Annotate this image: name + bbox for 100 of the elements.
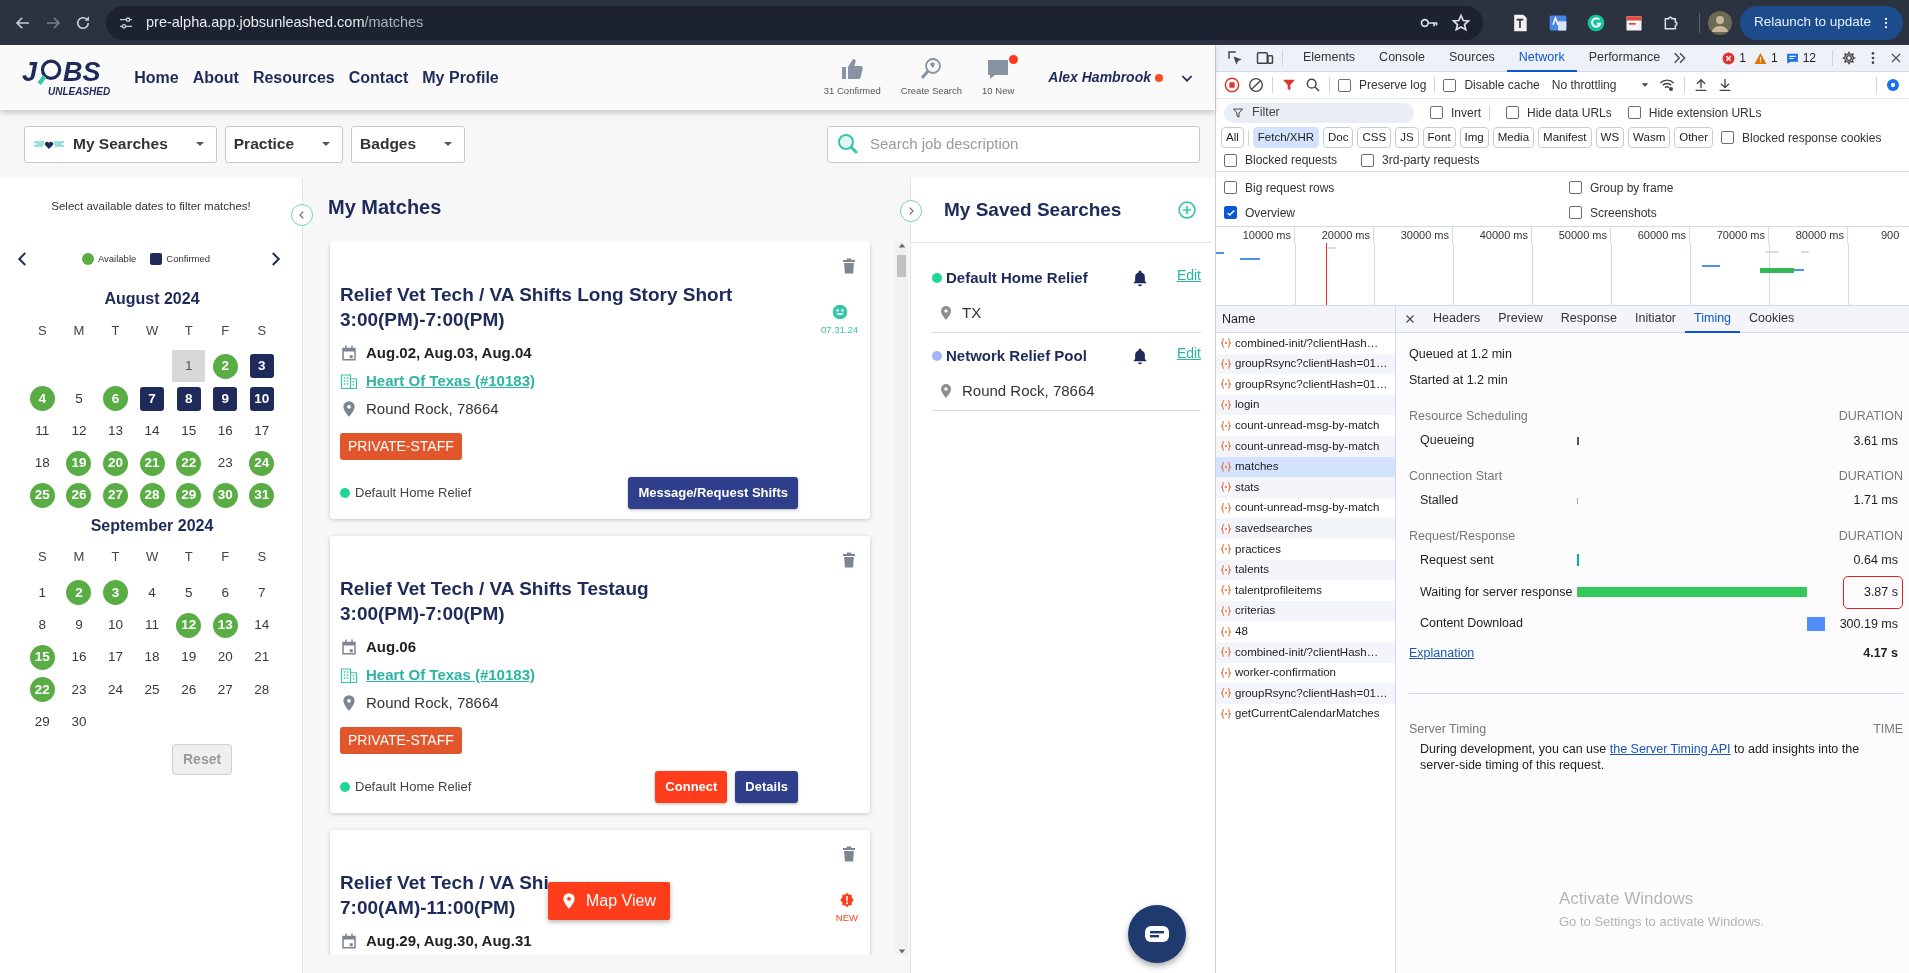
request-row[interactable]: stats <box>1216 477 1395 498</box>
panel-tab[interactable]: Sources <box>1437 44 1507 72</box>
filter-field[interactable]: Filter <box>1250 102 1390 123</box>
calendar-day[interactable]: 15 <box>181 420 197 442</box>
calendar-day[interactable]: 16 <box>217 420 233 442</box>
device-icon[interactable] <box>1256 49 1274 67</box>
calendar-day[interactable]: 14 <box>254 615 270 636</box>
calendar-day[interactable]: 10 <box>107 615 123 636</box>
calendar-day[interactable]: 24 <box>107 679 123 700</box>
star-icon[interactable] <box>1450 12 1471 33</box>
search-field[interactable]: Search job description <box>868 131 1191 157</box>
calendar-day[interactable]: 30 <box>71 711 87 733</box>
trash-icon[interactable] <box>840 550 858 570</box>
request-row[interactable]: matches <box>1216 456 1395 478</box>
calendar-day[interactable]: 5 <box>75 388 83 409</box>
site-settings-icon[interactable] <box>118 14 134 31</box>
panel-tab[interactable]: Performance <box>1576 44 1673 72</box>
checkbox[interactable] <box>1338 78 1351 92</box>
request-row[interactable]: combined-init/?clientHash… <box>1216 641 1395 663</box>
explanation-link[interactable]: Explanation <box>1409 644 1475 663</box>
settings-icon[interactable] <box>1885 77 1901 93</box>
type-filter[interactable]: Doc <box>1323 126 1354 149</box>
scroll-up-icon[interactable] <box>897 242 906 250</box>
close-icon[interactable] <box>1404 313 1416 325</box>
issue-counter[interactable]: 1 <box>1753 49 1778 67</box>
chat-button[interactable] <box>1128 905 1186 963</box>
request-row[interactable]: count-unread-msg-by-match <box>1216 415 1395 436</box>
request-row[interactable]: getCurrentCalendarMatches <box>1216 703 1395 725</box>
action-button[interactable]: Details <box>735 771 798 803</box>
filter-icon[interactable] <box>1281 77 1297 93</box>
checkbox[interactable] <box>1569 181 1582 194</box>
checkbox[interactable] <box>1224 153 1237 167</box>
calendar-day[interactable]: 19 <box>181 647 197 668</box>
detail-tab[interactable]: Preview <box>1489 305 1552 333</box>
calendar-day[interactable]: 6 <box>221 582 229 603</box>
request-row[interactable]: talentprofileitems <box>1216 580 1395 601</box>
request-row[interactable]: worker-confirmation <box>1216 662 1395 684</box>
user-name[interactable]: Alex Hambrook <box>1048 67 1151 88</box>
calendar-day[interactable]: 17 <box>254 420 270 442</box>
trash-icon[interactable] <box>840 844 858 864</box>
calendar-day[interactable]: 1 <box>172 350 206 383</box>
calendar-day[interactable]: 20 <box>217 647 233 668</box>
calendar-day[interactable]: 28 <box>254 679 270 700</box>
nav-link[interactable]: About <box>192 65 239 90</box>
request-row[interactable]: count-unread-msg-by-match <box>1216 435 1395 457</box>
calendar-day[interactable]: 12 <box>71 420 87 442</box>
calendar-day[interactable]: 8 <box>176 386 201 411</box>
type-filter[interactable]: Wasm <box>1628 126 1671 149</box>
checkbox[interactable] <box>1506 106 1519 119</box>
nav-link[interactable]: Home <box>134 65 179 90</box>
calendar-day[interactable]: 7 <box>140 386 165 411</box>
calendar-day[interactable]: 8 <box>38 615 47 636</box>
type-filter[interactable]: Manifest <box>1538 126 1592 149</box>
issue-counter[interactable]: 1 <box>1722 49 1746 67</box>
close-icon[interactable] <box>1889 51 1903 65</box>
grammar-icon[interactable] <box>1585 12 1606 33</box>
calendar-day[interactable]: 18 <box>34 453 50 474</box>
request-row[interactable]: groupRsync?clientHash=01… <box>1216 353 1395 375</box>
calendar-day[interactable]: 17 <box>107 647 123 668</box>
trash-icon[interactable] <box>840 256 858 276</box>
nav-link[interactable]: Contact <box>348 65 409 90</box>
action-button[interactable]: Message/Request Shifts <box>628 477 798 509</box>
panel-tab[interactable]: Network <box>1506 44 1577 72</box>
request-row[interactable]: count-unread-msg-by-match <box>1216 497 1395 519</box>
request-row[interactable]: criterias <box>1216 600 1395 622</box>
scroll-thumb[interactable] <box>897 255 906 277</box>
type-filter[interactable]: Media <box>1492 126 1535 149</box>
request-row[interactable]: combined-init/?clientHash… <box>1216 333 1395 354</box>
search-name[interactable]: Default Home Relief <box>946 267 1088 290</box>
calendar-day[interactable]: 29 <box>34 711 50 733</box>
detail-tab[interactable]: Timing <box>1685 305 1741 333</box>
request-row[interactable]: login <box>1216 394 1395 416</box>
nav-link[interactable]: Resources <box>252 65 335 90</box>
stat-link[interactable]: 10 New <box>982 56 1015 99</box>
calendar-day[interactable]: 9 <box>75 615 83 636</box>
detail-tab[interactable]: Response <box>1551 305 1626 333</box>
type-filter[interactable]: WS <box>1595 126 1625 149</box>
calendar-day[interactable]: 23 <box>217 453 233 474</box>
avatar-icon[interactable] <box>1707 10 1732 35</box>
panel-tab[interactable]: Elements <box>1291 44 1368 72</box>
calendar-day[interactable]: 21 <box>254 647 270 668</box>
detail-tab[interactable]: Headers <box>1424 305 1490 333</box>
calendar-day[interactable]: 11 <box>145 615 160 636</box>
type-filter[interactable]: Other <box>1674 126 1713 149</box>
calendar-day[interactable]: 25 <box>144 679 160 700</box>
scrollbar[interactable] <box>895 242 908 955</box>
calendar-day[interactable]: 7 <box>258 582 266 603</box>
checkbox[interactable] <box>1443 78 1457 92</box>
detail-tab[interactable]: Cookies <box>1740 305 1804 333</box>
filter-dropdown[interactable]: Badges <box>351 125 466 163</box>
map-view-button[interactable]: Map View <box>548 882 670 920</box>
relaunch-button[interactable]: Relaunch to update <box>1739 5 1903 40</box>
logo[interactable]: J BS UNLEASHED <box>22 58 111 97</box>
inspect-icon[interactable] <box>1226 49 1244 67</box>
type-filter[interactable]: CSS <box>1357 126 1392 149</box>
panel-tab[interactable]: Console <box>1367 44 1437 72</box>
scroll-down-icon[interactable] <box>897 947 906 955</box>
calendar-day[interactable]: 14 <box>144 420 160 442</box>
type-filter[interactable]: All <box>1221 126 1244 149</box>
server-timing-link[interactable]: the Server Timing API <box>1609 742 1731 756</box>
